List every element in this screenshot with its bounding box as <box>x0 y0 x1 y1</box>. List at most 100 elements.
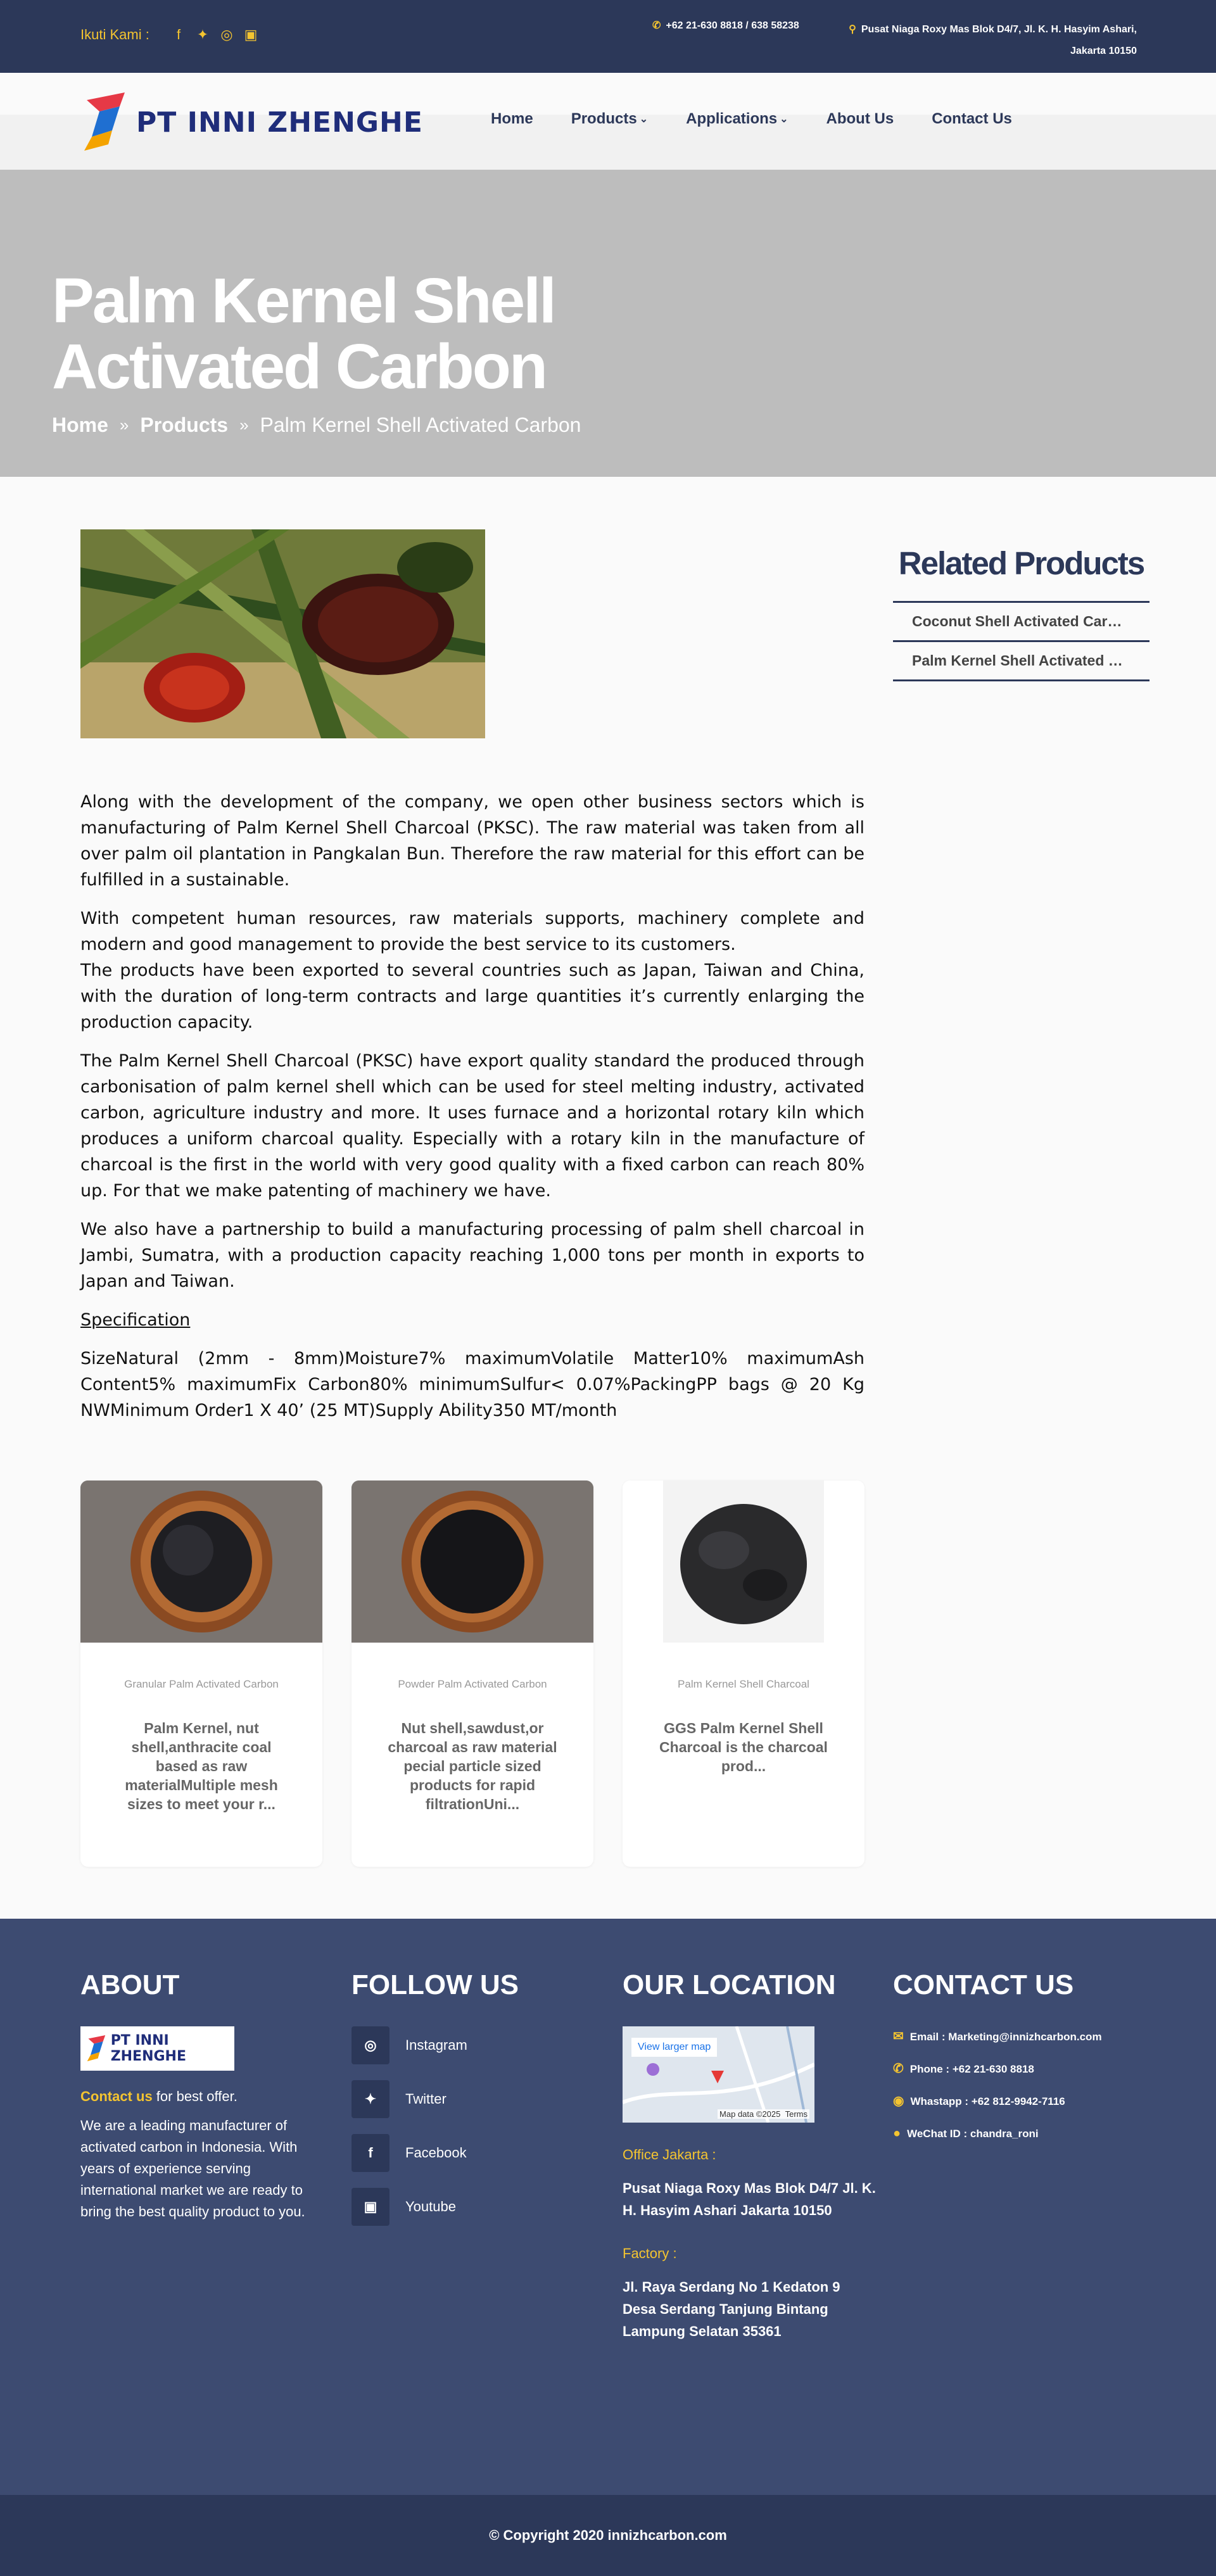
breadcrumb-home[interactable]: Home <box>52 414 108 437</box>
footer-about-title: ABOUT <box>80 1969 180 2000</box>
youtube-icon[interactable]: ▣ <box>243 27 258 43</box>
footer-youtube-label: Youtube <box>405 2199 456 2214</box>
view-larger-map-link[interactable]: View larger map <box>631 2038 718 2057</box>
contact-email[interactable]: ✉ Email : Marketing@innizhcarbon.com <box>893 2026 1146 2047</box>
footer-logo[interactable]: PT INNI ZHENGHE <box>80 2026 234 2071</box>
product-description: Along with the development of the compan… <box>80 789 864 1436</box>
card-description: GGS Palm Kernel Shell Charcoal is the ch… <box>659 1720 828 1774</box>
contact-phone-text: Phone : +62 21-630 8818 <box>909 2063 1034 2075</box>
instagram-icon[interactable]: ◎ <box>219 27 234 43</box>
card-description: Nut shell,sawdust,or charcoal as raw mat… <box>388 1720 557 1812</box>
contact-email-text: Email : Marketing@innizhcarbon.com <box>909 2031 1102 2043</box>
logo-mark-icon <box>84 92 125 151</box>
phone-icon: ✆ <box>893 2062 904 2076</box>
related-item[interactable]: Coconut Shell Activated Carbon <box>893 601 1150 640</box>
contact-wechat[interactable]: ● WeChat ID : chandra_roni <box>893 2123 1146 2144</box>
footer-follow: FOLLOW US ◎ Instagram ✦ Twitter f Facebook … <box>352 1969 519 2242</box>
wechat-icon: ● <box>893 2126 901 2140</box>
contact-us-link[interactable]: Contact us <box>80 2088 153 2104</box>
nav-home-label: Home <box>491 110 533 127</box>
nav-about-label: About Us <box>826 110 894 127</box>
paragraph: Along with the development of the compan… <box>80 792 864 890</box>
instagram-icon: ◎ <box>352 2026 390 2064</box>
breadcrumb: Home » Products » Palm Kernel Shell Acti… <box>52 414 581 437</box>
nav-applications[interactable]: Applications ⌄ <box>686 110 788 128</box>
specification-heading: Specification <box>80 1310 191 1330</box>
double-chevron-right-icon: » <box>119 415 129 434</box>
double-chevron-right-icon: » <box>239 415 249 434</box>
breadcrumb-products[interactable]: Products <box>140 414 228 437</box>
location-map[interactable]: View larger map Map data ©2025 Terms <box>623 2026 814 2123</box>
footer-contact-title: CONTACT US <box>893 1969 1074 2000</box>
contact-phone[interactable]: ✆ Phone : +62 21-630 8818 <box>893 2059 1146 2080</box>
nav-products[interactable]: Products ⌄ <box>571 110 648 128</box>
site-footer: ABOUT PT INNI ZHENGHE Contact us for bes… <box>0 1919 1216 2495</box>
map-terms-link[interactable]: Terms <box>785 2109 808 2119</box>
top-phone-text: +62 21-630 8818 / 638 58238 <box>666 20 799 31</box>
powder-carbon-image <box>352 1481 593 1643</box>
youtube-icon: ▣ <box>352 2188 390 2226</box>
paragraph: The Palm Kernel Shell Charcoal (PKSC) ha… <box>80 1051 864 1201</box>
location-pin-icon: ⚲ <box>849 24 856 35</box>
contact-whatsapp-text: Whastapp : +62 812-9942-7116 <box>910 2095 1065 2107</box>
footer-cta: Contact us for best offer. <box>80 2088 321 2105</box>
nav-contact-label: Contact Us <box>932 110 1012 127</box>
factory-address: Jl. Raya Serdang No 1 Kedaton 9 Desa Ser… <box>623 2279 840 2339</box>
whatsapp-icon: ◉ <box>893 2094 904 2108</box>
product-card[interactable]: Powder Palm Activated Carbon Nut shell,s… <box>352 1481 593 1867</box>
office-address: Pusat Niaga Roxy Mas Blok D4/7 Jl. K. H.… <box>623 2180 876 2218</box>
contact-whatsapp[interactable]: ◉ Whastapp : +62 812-9942-7116 <box>893 2091 1146 2112</box>
breadcrumb-current: Palm Kernel Shell Activated Carbon <box>260 414 581 436</box>
footer-facebook-label: Facebook <box>405 2145 467 2161</box>
chevron-down-icon: ⌄ <box>639 114 649 125</box>
top-address: ⚲ Pusat Niaga Roxy Mas Blok D4/7, Jl. K. … <box>849 19 1137 62</box>
copyright-bar: © Copyright 2020 innizhcarbon.com <box>0 2495 1216 2576</box>
logo-mark-icon <box>87 2035 106 2062</box>
product-card[interactable]: Palm Kernel Shell Charcoal GGS Palm Kern… <box>623 1481 864 1867</box>
contact-wechat-text: WeChat ID : chandra_roni <box>907 2128 1039 2140</box>
footer-location-title: OUR LOCATION <box>623 1969 836 2000</box>
related-products: Related Products Coconut Shell Activated… <box>893 545 1150 681</box>
footer-twitter[interactable]: ✦ Twitter <box>352 2080 519 2118</box>
related-products-title: Related Products <box>898 545 1145 581</box>
facebook-icon: f <box>352 2134 390 2172</box>
logo-text: PT INNI ZHENGHE <box>136 106 423 139</box>
map-attribution: Map data ©2025 Terms <box>718 2109 809 2119</box>
phone-icon: ✆ <box>652 20 661 31</box>
follow-label: Ikuti Kami : <box>80 27 149 42</box>
card-caption: Granular Palm Activated Carbon <box>124 1678 279 1690</box>
map-data-text: Map data ©2025 <box>719 2109 781 2119</box>
footer-instagram[interactable]: ◎ Instagram <box>352 2026 519 2064</box>
granular-carbon-image <box>80 1481 322 1643</box>
site-logo[interactable]: PT INNI ZHENGHE <box>80 87 423 157</box>
product-card[interactable]: Granular Palm Activated Carbon Palm Kern… <box>80 1481 322 1867</box>
facebook-icon[interactable]: f <box>171 27 186 43</box>
footer-twitter-label: Twitter <box>405 2091 446 2107</box>
paragraph: With competent human resources, raw mate… <box>80 909 864 1032</box>
nav-applications-label: Applications <box>686 110 778 127</box>
shell-charcoal-image <box>623 1481 864 1643</box>
footer-contact: CONTACT US ✉ Email : Marketing@innizhcarb… <box>893 1969 1146 2156</box>
footer-instagram-label: Instagram <box>405 2037 467 2053</box>
nav-home[interactable]: Home <box>491 110 533 128</box>
footer-youtube[interactable]: ▣ Youtube <box>352 2188 519 2226</box>
twitter-icon[interactable]: ✦ <box>195 27 210 43</box>
page-title: Palm Kernel Shell Activated Carbon <box>52 265 557 402</box>
envelope-icon: ✉ <box>893 2030 904 2043</box>
chevron-down-icon: ⌄ <box>780 114 788 125</box>
paragraph: We also have a partnership to build a ma… <box>80 1220 864 1291</box>
top-social-links: f ✦ ◎ ▣ <box>171 27 258 43</box>
top-phone: ✆ +62 21-630 8818 / 638 58238 <box>652 19 799 32</box>
page-hero: Palm Kernel Shell Activated Carbon Home … <box>0 170 1216 477</box>
nav-contact[interactable]: Contact Us <box>932 110 1012 128</box>
top-address-text: Pusat Niaga Roxy Mas Blok D4/7, Jl. K. H… <box>861 24 1137 56</box>
nav-menu: Home Products ⌄ Applications ⌄ About Us Co… <box>491 110 1050 128</box>
related-item[interactable]: Palm Kernel Shell Activated Carbon <box>893 640 1150 681</box>
footer-location: OUR LOCATION View larger map Map data ©2… <box>623 1969 876 2342</box>
footer-facebook[interactable]: f Facebook <box>352 2134 519 2172</box>
card-caption: Powder Palm Activated Carbon <box>398 1678 547 1690</box>
twitter-icon: ✦ <box>352 2080 390 2118</box>
main-nav: PT INNI ZHENGHE Home Products ⌄ Applicati… <box>0 68 1216 170</box>
nav-about[interactable]: About Us <box>826 110 894 128</box>
footer-about: ABOUT PT INNI ZHENGHE Contact us for bes… <box>80 1969 321 2223</box>
